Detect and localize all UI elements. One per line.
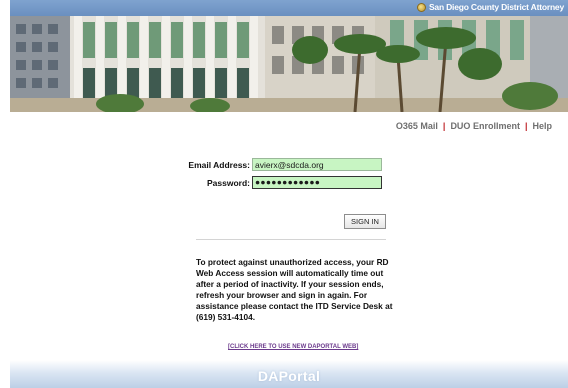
- county-seal-icon: [416, 3, 426, 12]
- session-timeout-notice: To protect against unauthorized access, …: [196, 257, 393, 322]
- link-separator: |: [442, 121, 446, 131]
- agency-title: San Diego County District Attorney: [416, 2, 564, 12]
- email-label: Email Address:: [188, 160, 250, 170]
- password-label: Password:: [207, 178, 250, 188]
- agency-title-text: San Diego County District Attorney: [428, 2, 564, 12]
- o365-mail-link[interactable]: O365 Mail: [396, 121, 438, 131]
- daportal-brand: DAPortal: [257, 368, 321, 384]
- help-link[interactable]: Help: [532, 121, 552, 131]
- top-banner: San Diego County District Attorney: [10, 0, 568, 16]
- building-illustration: [10, 16, 568, 112]
- duo-enrollment-link[interactable]: DUO Enrollment: [450, 121, 520, 131]
- footer: DAPortal: [10, 360, 568, 388]
- building-photo: [10, 16, 568, 112]
- link-separator: |: [524, 121, 528, 131]
- new-daportal-link[interactable]: [CLICK HERE TO USE NEW DAPORTAL WEB]: [228, 344, 358, 350]
- login-page: San Diego County District Attorney O365 …: [0, 0, 568, 388]
- top-links: O365 Mail | DUO Enrollment | Help: [396, 121, 552, 131]
- divider: [196, 239, 386, 240]
- password-field[interactable]: ●●●●●●●●●●●●: [252, 176, 382, 189]
- email-field[interactable]: [252, 158, 382, 171]
- sign-in-button[interactable]: SIGN IN: [344, 214, 386, 229]
